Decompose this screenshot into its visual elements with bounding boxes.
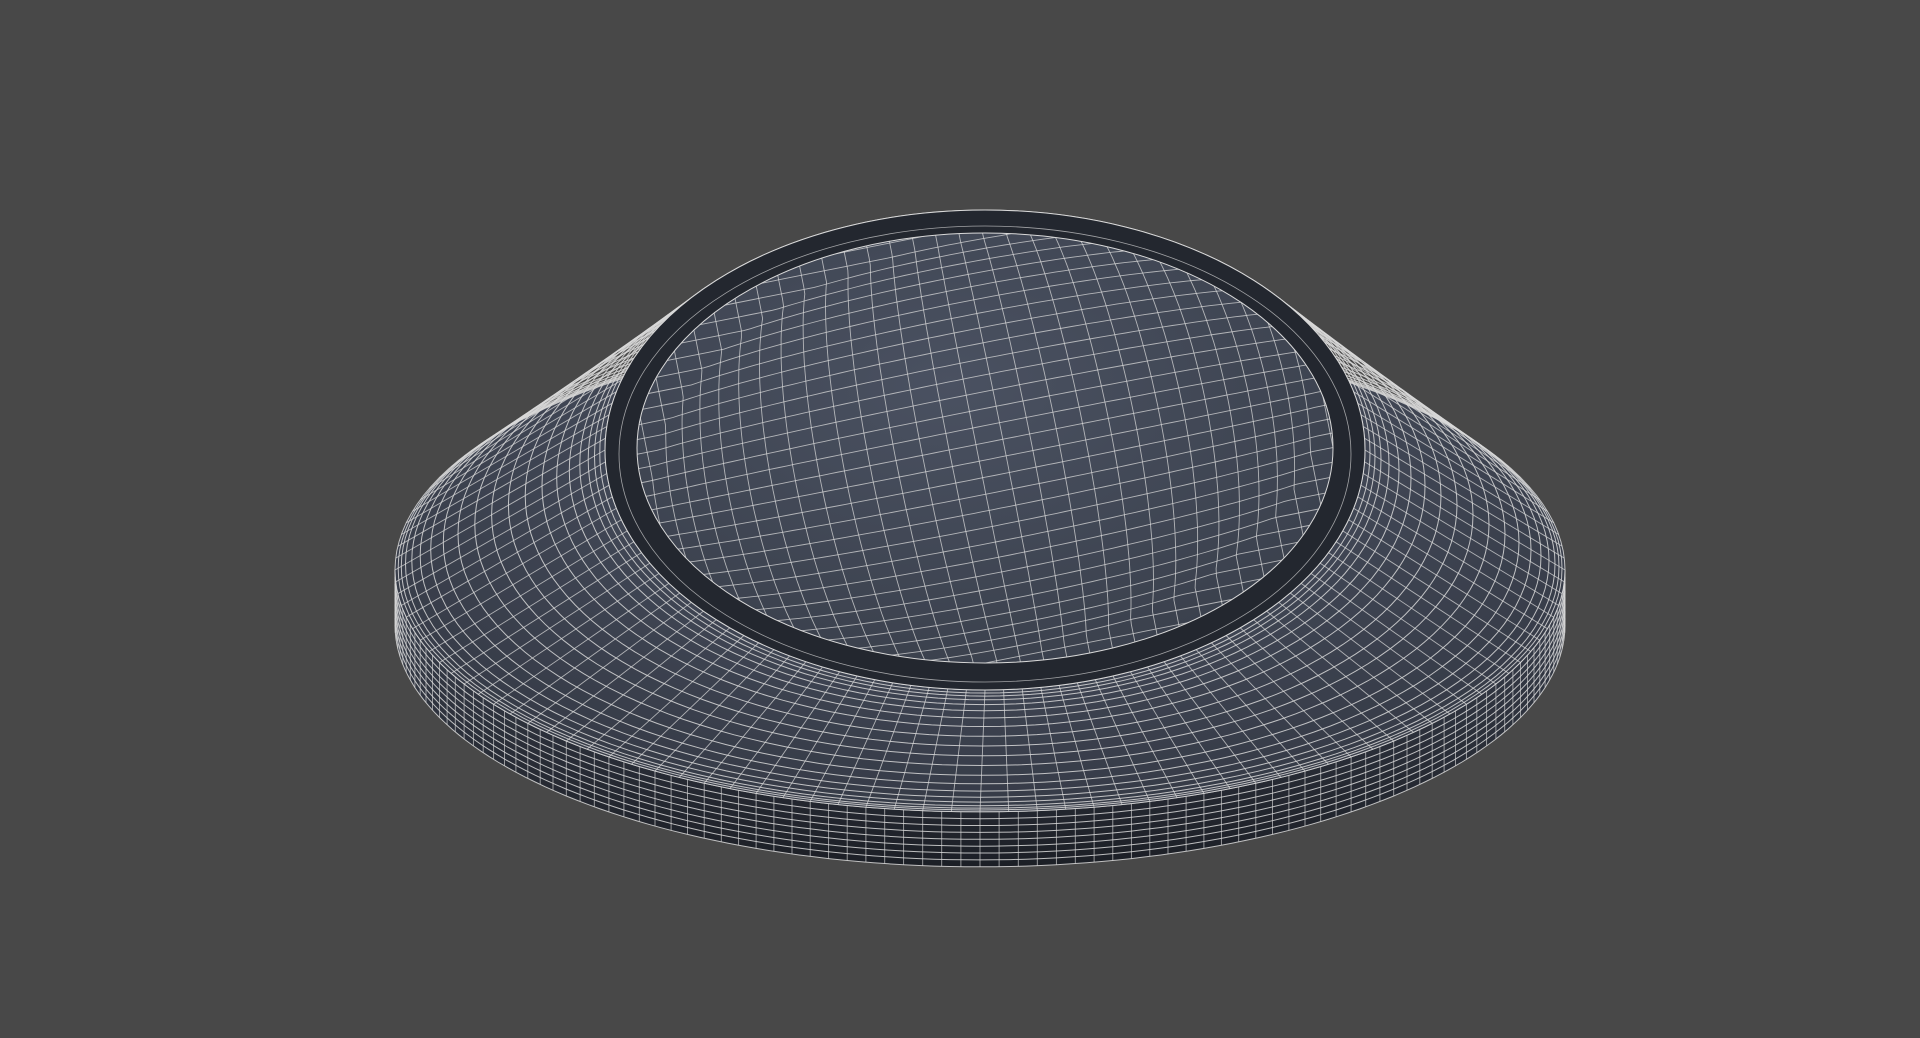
3d-viewport[interactable] bbox=[0, 0, 1920, 1038]
wireframe-mesh-object[interactable] bbox=[0, 0, 1920, 1038]
